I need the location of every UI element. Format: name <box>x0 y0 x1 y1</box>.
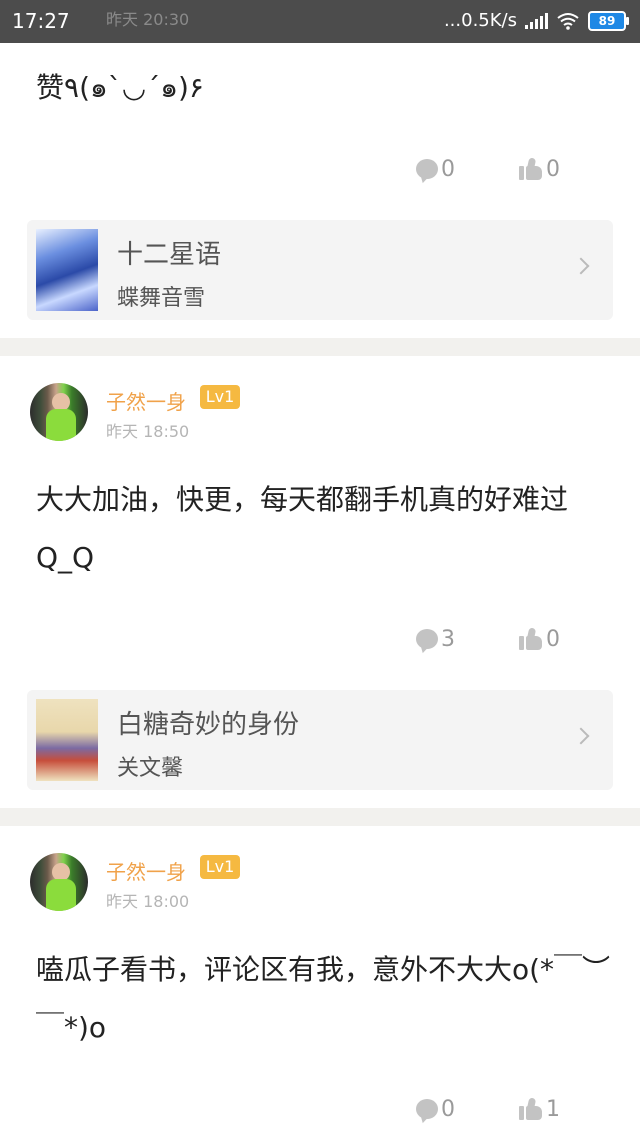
like-count: 0 <box>546 156 560 182</box>
comment-card: 子然一身 Lv1 昨天 18:50 大大加油，快更，每天都翻手机真的好难过Q_Q… <box>0 356 640 808</box>
like-count: 0 <box>546 626 560 652</box>
comment-text: 大大加油，快更，每天都翻手机真的好难过Q_Q <box>36 483 569 574</box>
status-ghost-time: 昨天 20:30 <box>106 10 190 29</box>
like-button[interactable]: 0 <box>519 157 560 182</box>
avatar[interactable] <box>30 383 88 441</box>
comment-bubble-icon <box>416 1099 438 1119</box>
reply-count: 3 <box>441 626 455 652</box>
book-link[interactable]: 十二星语 蝶舞音雪 <box>27 220 613 320</box>
reply-count: 0 <box>441 156 455 182</box>
book-title: 十二星语 <box>117 240 222 270</box>
comment-stats: 0 0 <box>352 154 560 184</box>
chevron-right-icon <box>572 257 590 275</box>
like-button[interactable]: 1 <box>519 1097 560 1122</box>
comment-stats: 3 0 <box>352 624 560 654</box>
reply-button[interactable]: 0 <box>416 157 455 182</box>
book-cover <box>36 699 98 781</box>
comment-text: 赞٩(๑`◡´๑)۶ <box>36 71 204 104</box>
comment-card: 子然一身 Lv1 昨天 18:00 嗑瓜子看书，评论区有我，意外不大大o(*￣︶… <box>0 826 640 1138</box>
battery-icon: 89 <box>588 10 629 31</box>
status-time: 17:27 <box>12 9 70 33</box>
book-link[interactable]: 白糖奇妙的身份 关文馨 <box>27 690 613 790</box>
comment-card: 赞٩(๑`◡´๑)۶ 0 0 十二星语 蝶舞音雪 <box>0 43 640 338</box>
thumbs-up-icon <box>519 627 543 650</box>
thumbs-up-icon <box>519 1097 543 1120</box>
comment-bubble-icon <box>416 629 438 649</box>
thumbs-up-icon <box>519 157 543 180</box>
avatar[interactable] <box>30 853 88 911</box>
reply-count: 0 <box>441 1096 455 1122</box>
chevron-right-icon <box>572 727 590 745</box>
level-badge: Lv1 <box>200 855 240 879</box>
signal-icon <box>525 12 548 29</box>
status-icons: ...0.5K/s 89 <box>443 10 629 31</box>
like-button[interactable]: 0 <box>519 627 560 652</box>
like-count: 1 <box>546 1096 560 1122</box>
reply-button[interactable]: 3 <box>416 627 455 652</box>
book-author: 关文馨 <box>117 756 184 781</box>
net-speed: ...0.5K/s <box>443 10 517 31</box>
comment-text: 嗑瓜子看书，评论区有我，意外不大大o(*￣︶￣*)o <box>36 953 611 1044</box>
comment-bubble-icon <box>416 159 438 179</box>
wifi-icon <box>557 12 579 30</box>
status-bar: 17:27 昨天 20:30 ...0.5K/s 89 <box>0 0 640 43</box>
book-author: 蝶舞音雪 <box>117 286 206 311</box>
reply-button[interactable]: 0 <box>416 1097 455 1122</box>
book-cover <box>36 229 98 311</box>
book-title: 白糖奇妙的身份 <box>117 710 300 740</box>
level-badge: Lv1 <box>200 385 240 409</box>
comment-time: 昨天 18:50 <box>106 422 190 441</box>
username[interactable]: 子然一身 <box>106 386 186 415</box>
comment-time: 昨天 18:00 <box>106 892 190 911</box>
username[interactable]: 子然一身 <box>106 856 186 885</box>
comment-stats: 0 1 <box>352 1094 560 1124</box>
